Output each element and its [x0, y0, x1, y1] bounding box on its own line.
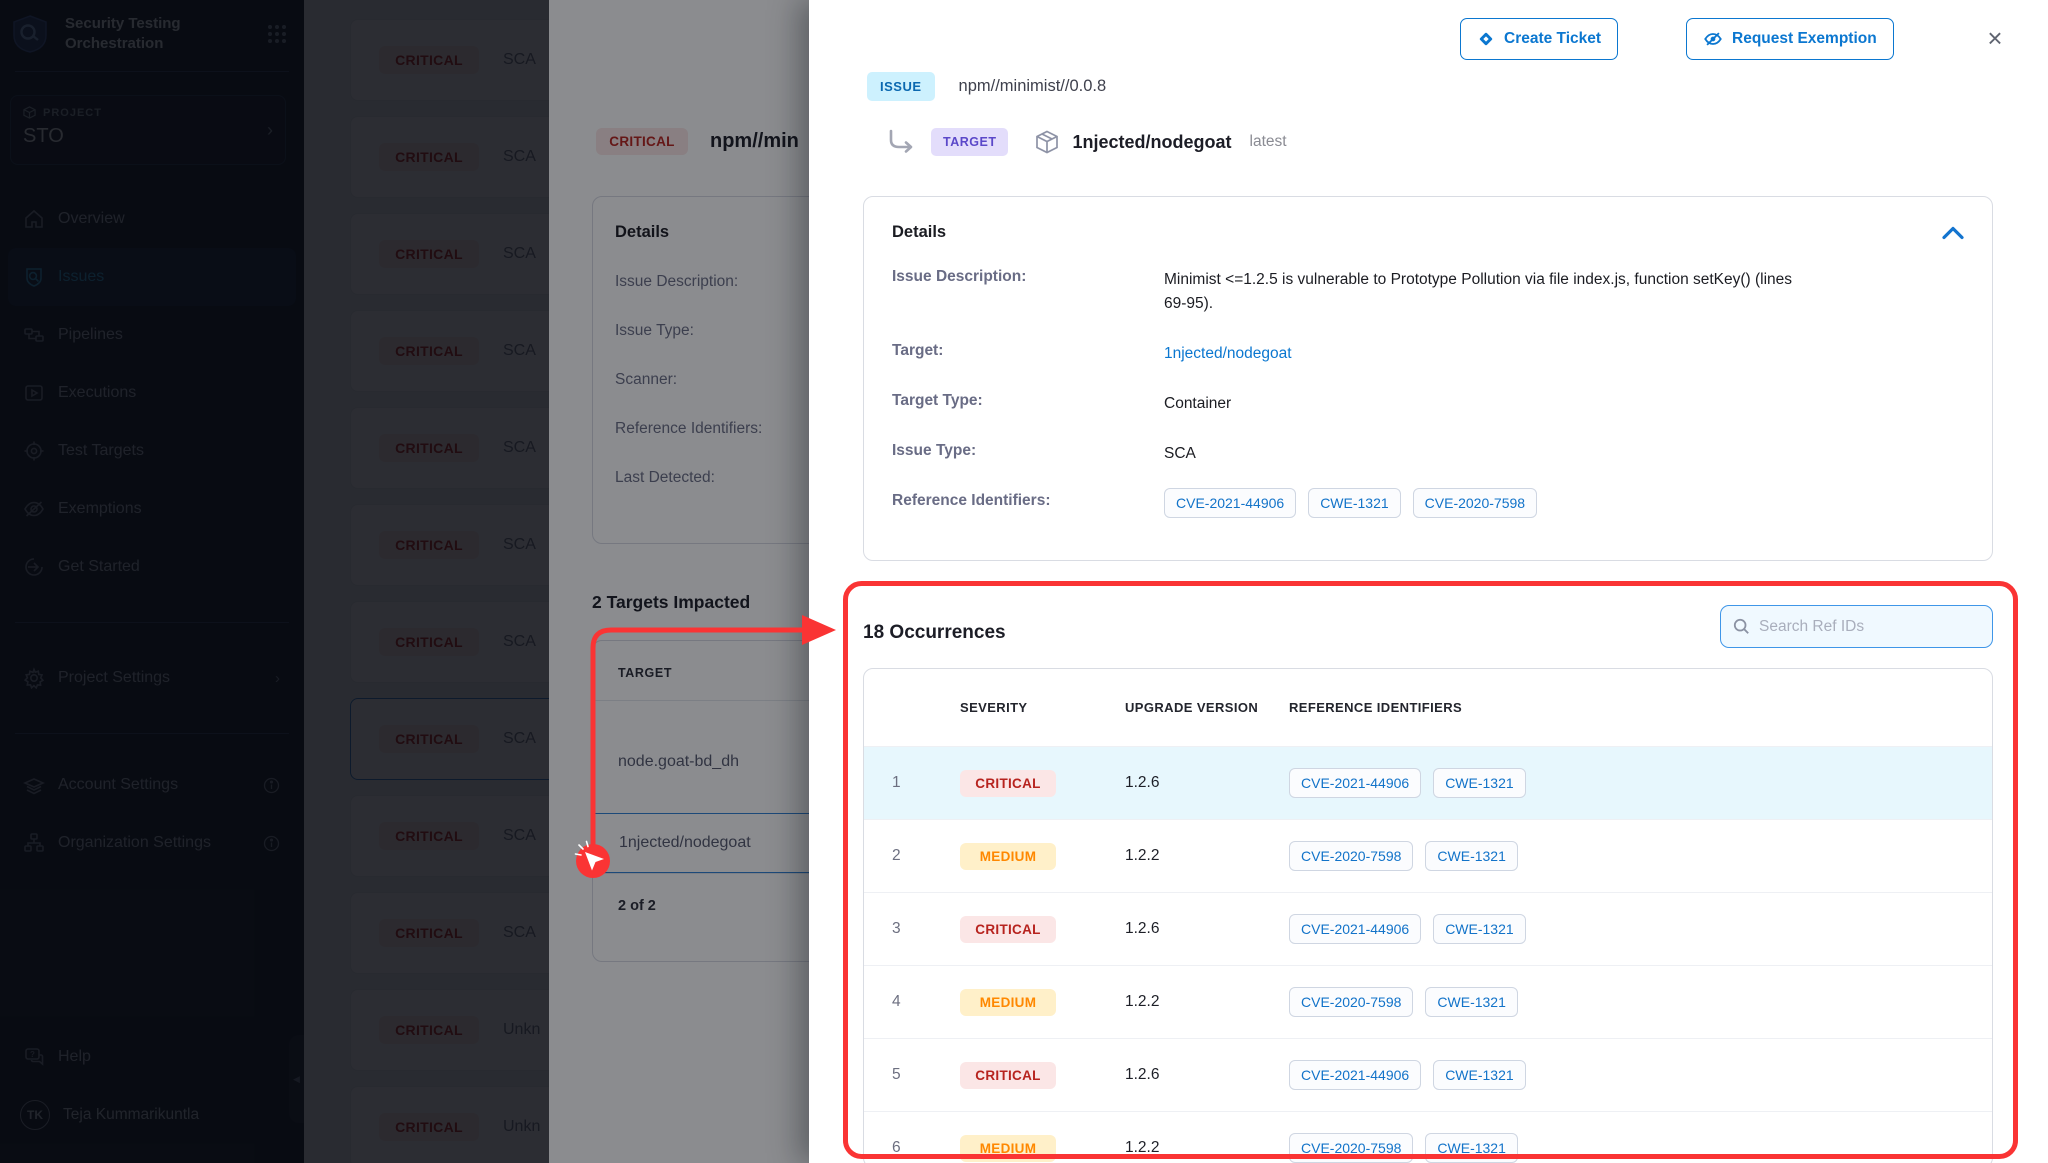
upgrade-version: 1.2.6 [1125, 1066, 1289, 1084]
severity-badge: MEDIUM [960, 843, 1056, 870]
reference-chip-list: CVE-2021-44906 CWE-1321 CVE-2020-7598 [1164, 488, 1964, 518]
close-icon[interactable]: × [1977, 20, 2013, 56]
details-heading: Details [892, 223, 946, 242]
reference-id-chip[interactable]: CWE-1321 [1433, 1060, 1525, 1090]
severity-badge: CRITICAL [960, 770, 1056, 797]
reference-id-chip[interactable]: CVE-2021-44906 [1289, 768, 1421, 798]
occurrence-row[interactable]: 2 MEDIUM 1.2.2 CVE-2020-7598 CWE-1321 [864, 819, 1992, 892]
issue-description-value: Minimist <=1.2.5 is vulnerable to Protot… [1164, 268, 1794, 316]
occurrence-modal: Create Ticket Request Exemption × ISSUE … [809, 0, 2048, 1163]
reference-id-chip[interactable]: CWE-1321 [1425, 1133, 1517, 1163]
occurrence-row[interactable]: 4 MEDIUM 1.2.2 CVE-2020-7598 CWE-1321 [864, 965, 1992, 1038]
search-input[interactable] [1759, 618, 1980, 636]
column-header-reference-identifiers: REFERENCE IDENTIFIERS [1289, 700, 1992, 715]
dim-overlay-front [0, 0, 809, 1163]
row-number: 6 [884, 1139, 960, 1157]
table-header-row: SEVERITY UPGRADE VERSION REFERENCE IDENT… [864, 669, 1992, 746]
search-icon [1733, 617, 1750, 636]
row-number: 2 [884, 847, 960, 865]
details-card: Details Issue Description: Minimist <=1.… [863, 196, 1993, 561]
field-label: Issue Type: [892, 442, 1164, 460]
reference-id-chip[interactable]: CWE-1321 [1425, 841, 1517, 871]
upgrade-version: 1.2.2 [1125, 1139, 1289, 1157]
reference-id-chip[interactable]: CVE-2021-44906 [1289, 914, 1421, 944]
upgrade-version: 1.2.2 [1125, 993, 1289, 1011]
reference-id-chip[interactable]: CVE-2021-44906 [1164, 488, 1296, 518]
field-label: Issue Description: [892, 268, 1164, 286]
occurrence-row[interactable]: 3 CRITICAL 1.2.6 CVE-2021-44906 CWE-1321 [864, 892, 1992, 965]
upgrade-version: 1.2.6 [1125, 774, 1289, 792]
create-ticket-button[interactable]: Create Ticket [1460, 18, 1618, 60]
issue-name: npm//minimist//0.0.8 [959, 77, 1107, 96]
exemption-eye-off-icon [1703, 29, 1723, 49]
issue-badge: ISSUE [867, 72, 935, 101]
screen: Security Testing Orchestration PROJECT S… [0, 0, 2048, 1163]
target-link[interactable]: 1njected/nodegoat [1164, 345, 1292, 362]
reference-id-chip[interactable]: CWE-1321 [1425, 987, 1517, 1017]
row-number: 3 [884, 920, 960, 938]
upgrade-version: 1.2.2 [1125, 847, 1289, 865]
severity-badge: CRITICAL [960, 916, 1056, 943]
chevron-up-icon[interactable] [1942, 226, 1964, 240]
field-label: Target: [892, 342, 1164, 360]
package-cube-icon [1034, 129, 1060, 155]
reference-id-chip[interactable]: CVE-2020-7598 [1289, 987, 1413, 1017]
occurrences-heading: 18 Occurrences [863, 622, 1006, 644]
reference-chips: CVE-2020-7598 CWE-1321 [1289, 841, 1992, 871]
reference-chips: CVE-2021-44906 CWE-1321 [1289, 1060, 1992, 1090]
reference-id-chip[interactable]: CWE-1321 [1308, 488, 1400, 518]
reference-id-chip[interactable]: CWE-1321 [1433, 768, 1525, 798]
severity-badge: CRITICAL [960, 1062, 1056, 1089]
target-header: TARGET 1njected/nodegoat latest [886, 128, 1287, 156]
field-label: Target Type: [892, 392, 1164, 410]
occurrence-row[interactable]: 1 CRITICAL 1.2.6 CVE-2021-44906 CWE-1321 [864, 746, 1992, 819]
reference-chips: CVE-2020-7598 CWE-1321 [1289, 1133, 1992, 1163]
occurrence-row[interactable]: 5 CRITICAL 1.2.6 CVE-2021-44906 CWE-1321 [864, 1038, 1992, 1111]
row-number: 4 [884, 993, 960, 1011]
target-type-value: Container [1164, 392, 1964, 416]
search-ref-ids[interactable] [1720, 605, 1993, 648]
column-header-severity: SEVERITY [960, 700, 1125, 715]
target-name: 1njected/nodegoat [1072, 132, 1231, 153]
branch-arrow-icon [886, 128, 916, 156]
upgrade-version: 1.2.6 [1125, 920, 1289, 938]
reference-chips: CVE-2021-44906 CWE-1321 [1289, 768, 1992, 798]
field-label: Reference Identifiers: [892, 492, 1164, 510]
occurrence-row[interactable]: 6 MEDIUM 1.2.2 CVE-2020-7598 CWE-1321 [864, 1111, 1992, 1163]
reference-chips: CVE-2020-7598 CWE-1321 [1289, 987, 1992, 1017]
column-header-upgrade-version: UPGRADE VERSION [1125, 700, 1289, 715]
reference-chips: CVE-2021-44906 CWE-1321 [1289, 914, 1992, 944]
occurrences-table: SEVERITY UPGRADE VERSION REFERENCE IDENT… [863, 668, 1993, 1163]
reference-id-chip[interactable]: CVE-2020-7598 [1289, 841, 1413, 871]
issue-header: ISSUE npm//minimist//0.0.8 [867, 72, 1106, 101]
request-exemption-button[interactable]: Request Exemption [1686, 18, 1894, 60]
reference-id-chip[interactable]: CWE-1321 [1433, 914, 1525, 944]
reference-id-chip[interactable]: CVE-2021-44906 [1289, 1060, 1421, 1090]
row-number: 5 [884, 1066, 960, 1084]
row-number: 1 [884, 774, 960, 792]
severity-badge: MEDIUM [960, 989, 1056, 1016]
ticket-diamond-icon [1477, 30, 1495, 48]
reference-id-chip[interactable]: CVE-2020-7598 [1413, 488, 1537, 518]
target-tag: latest [1250, 133, 1287, 151]
issue-type-value: SCA [1164, 442, 1964, 466]
occurrence-rows: 1 CRITICAL 1.2.6 CVE-2021-44906 CWE-1321… [864, 746, 1992, 1163]
target-badge: TARGET [931, 128, 1008, 156]
reference-id-chip[interactable]: CVE-2020-7598 [1289, 1133, 1413, 1163]
severity-badge: MEDIUM [960, 1135, 1056, 1162]
